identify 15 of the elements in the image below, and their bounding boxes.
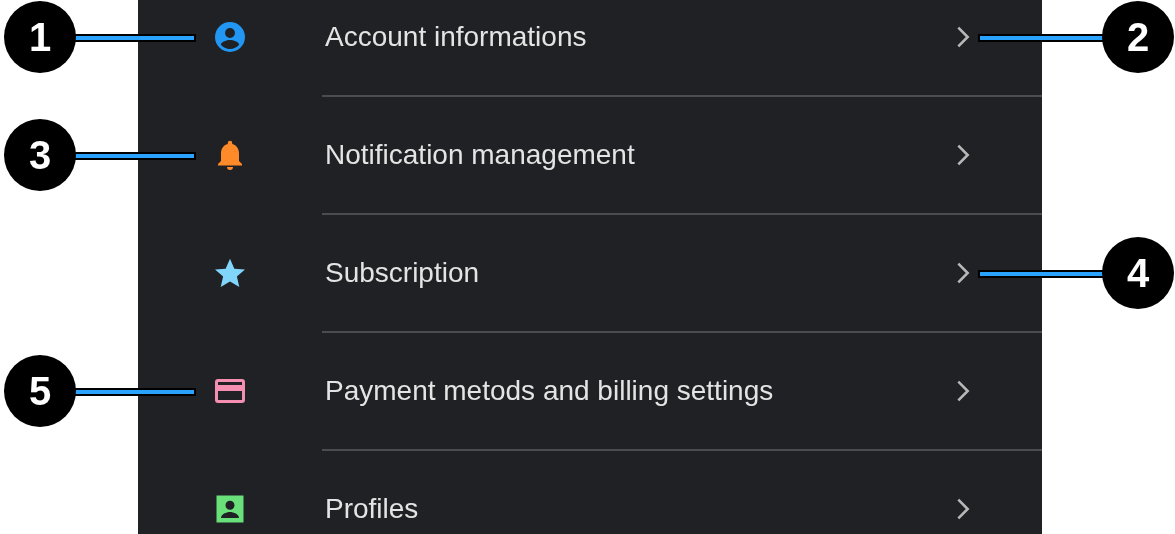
- menu-item-label[interactable]: Subscription: [325, 257, 480, 289]
- callout-number: 3: [4, 119, 76, 191]
- callout-number: 1: [4, 1, 76, 73]
- menu-item-label[interactable]: Notification management: [325, 139, 635, 171]
- chevron-right-icon[interactable]: [956, 143, 970, 167]
- callout-number: 5: [4, 355, 76, 427]
- chevron-right-icon[interactable]: [956, 497, 970, 521]
- chevron-right-icon[interactable]: [956, 261, 970, 285]
- menu-item-label[interactable]: Profiles: [325, 493, 419, 525]
- callout-number: 4: [1102, 237, 1174, 309]
- chevron-right-icon[interactable]: [956, 25, 970, 49]
- menu-item-label[interactable]: Payment metods and billing settings: [325, 375, 774, 407]
- menu-item-label[interactable]: Account informations: [325, 21, 587, 53]
- callout-number: 2: [1102, 1, 1174, 73]
- chevron-right-icon[interactable]: [956, 379, 970, 403]
